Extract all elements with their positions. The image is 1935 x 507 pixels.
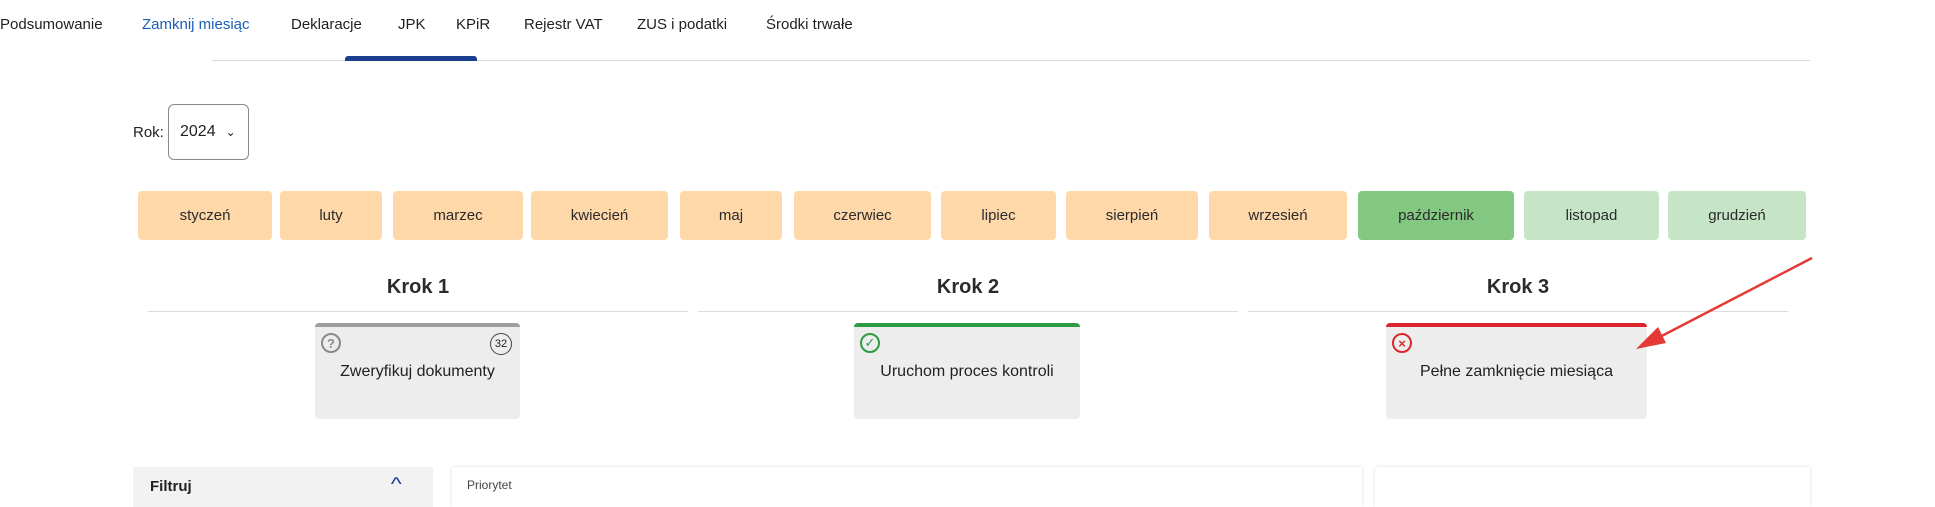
documents-list-panel (452, 467, 1362, 507)
tab-jpk[interactable]: JPK (398, 16, 426, 33)
document-count-badge: 32 (490, 333, 512, 355)
step-1-title: Krok 1 (386, 276, 450, 298)
month-maj[interactable]: maj (680, 191, 782, 240)
month-label: lipiec (981, 207, 1016, 224)
month-label: czerwiec (833, 207, 892, 224)
details-panel (1375, 467, 1810, 507)
month-label: sierpień (1105, 207, 1159, 224)
month-label: kwiecień (570, 207, 629, 224)
year-label: Rok: (133, 124, 164, 141)
step-3-label: Pełne zamknięcie miesiąca (1420, 363, 1613, 380)
step-1-divider (148, 311, 688, 312)
priority-column-header[interactable]: Priorytet (467, 478, 512, 492)
tab-rejestr-vat[interactable]: Rejestr VAT (524, 16, 603, 33)
error-icon: × (1392, 333, 1412, 353)
active-tab-indicator (345, 56, 477, 61)
check-icon: ✓ (860, 333, 880, 353)
tab-kpir[interactable]: KPiR (456, 16, 490, 33)
month-label: luty (319, 207, 343, 224)
step-2-label: Uruchom proces kontroli (880, 363, 1054, 380)
month-label: styczeń (179, 207, 231, 224)
chevron-down-icon: ⌄ (225, 125, 236, 139)
annotation-arrow (1636, 256, 1813, 349)
month-label: listopad (1565, 207, 1618, 224)
month-grudzien[interactable]: grudzień (1668, 191, 1806, 240)
month-pazdziernik[interactable]: październik (1358, 191, 1514, 240)
month-sierpien[interactable]: sierpień (1066, 191, 1198, 240)
month-listopad[interactable]: listopad (1524, 191, 1659, 240)
month-lipiec[interactable]: lipiec (941, 191, 1056, 240)
month-czerwiec[interactable]: czerwiec (794, 191, 931, 240)
tab-srodki-trwale[interactable]: Środki trwałe (766, 16, 853, 33)
tab-zamknij-miesiac[interactable]: Zamknij miesiąc (142, 16, 250, 33)
step-1-label: Zweryfikuj dokumenty (340, 363, 495, 380)
month-label: wrzesień (1248, 207, 1308, 224)
step-3-status-bar (1386, 323, 1647, 327)
step-3-card[interactable]: × Pełne zamknięcie miesiąca (1386, 323, 1647, 419)
step-2-title: Krok 2 (936, 276, 1000, 298)
month-luty[interactable]: luty (280, 191, 382, 240)
month-label: marzec (433, 207, 483, 224)
month-label: maj (718, 207, 744, 224)
tab-deklaracje[interactable]: Deklaracje (291, 16, 362, 33)
step-2-divider (698, 311, 1238, 312)
month-kwiecien[interactable]: kwiecień (531, 191, 668, 240)
step-2-status-bar (854, 323, 1080, 327)
step-1-status-bar (315, 323, 520, 327)
tab-podsumowanie[interactable]: Podsumowanie (0, 16, 103, 33)
step-1-card[interactable]: ? 32 Zweryfikuj dokumenty (315, 323, 520, 419)
month-label: październik (1398, 207, 1474, 224)
tab-zus-i-podatki[interactable]: ZUS i podatki (637, 16, 727, 33)
filter-label: Filtruj (150, 478, 192, 495)
month-styczen[interactable]: styczeń (138, 191, 272, 240)
year-value: 2024 (180, 123, 216, 140)
year-select[interactable]: 2024 ⌄ (168, 104, 249, 160)
month-wrzesien[interactable]: wrzesień (1209, 191, 1347, 240)
question-icon: ? (321, 333, 341, 353)
step-2-card[interactable]: ✓ Uruchom proces kontroli (854, 323, 1080, 419)
month-label: grudzień (1708, 207, 1766, 224)
month-marzec[interactable]: marzec (393, 191, 523, 240)
main-tabs: Podsumowanie Zamknij miesiąc Deklaracje … (0, 0, 1600, 60)
